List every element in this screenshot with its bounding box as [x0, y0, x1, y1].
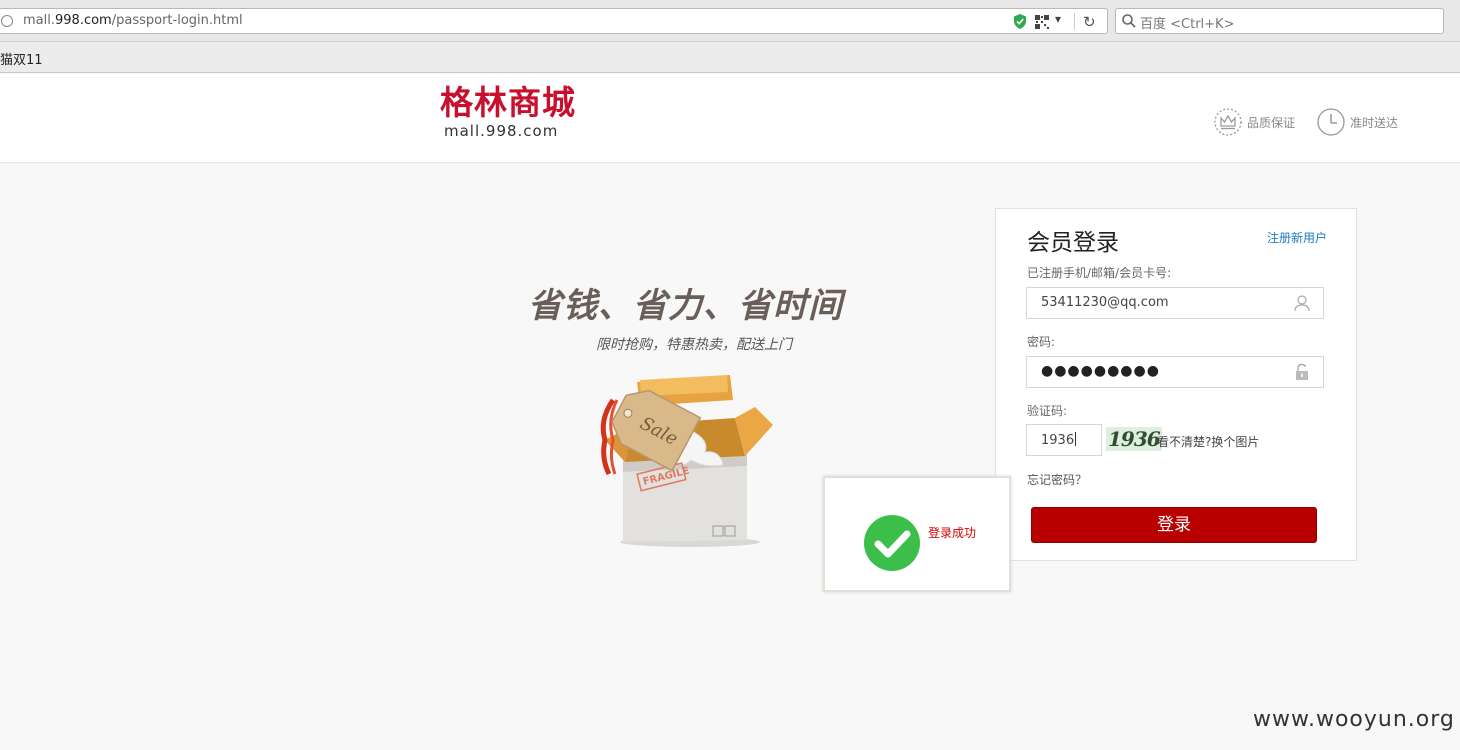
captcha-input[interactable]: 1936	[1026, 424, 1102, 456]
captcha-label: 验证码:	[1027, 404, 1068, 418]
shield-icon[interactable]	[1013, 14, 1027, 29]
login-panel: 会员登录 注册新用户 已注册手机/邮箱/会员卡号: 53411230@qq.co…	[995, 208, 1357, 561]
password-value: ●●●●●●●●●	[1041, 363, 1160, 379]
reload-icon[interactable]: ↻	[1083, 13, 1096, 31]
logo[interactable]: 格林商城	[440, 84, 576, 122]
clock-icon	[1317, 108, 1345, 136]
account-label: 已注册手机/邮箱/会员卡号:	[1027, 266, 1172, 280]
browser-toolbar: mall.998.com/passport-login.html ▾ ↻ 百度 …	[0, 0, 1460, 42]
logo-domain: mall.998.com	[444, 122, 559, 140]
dropdown-arrow-icon[interactable]: ▾	[1055, 12, 1061, 26]
captcha-value: 1936	[1041, 433, 1075, 448]
qr-code-icon[interactable]	[1035, 15, 1049, 29]
login-title: 会员登录	[1027, 230, 1119, 256]
password-input[interactable]: ●●●●●●●●●	[1026, 356, 1324, 388]
login-button[interactable]: 登录	[1031, 507, 1317, 543]
search-placeholder: 百度 <Ctrl+K>	[1140, 17, 1235, 32]
bookmark-item[interactable]: 猫双11	[0, 49, 43, 68]
search-bar[interactable]: 百度 <Ctrl+K>	[1115, 8, 1444, 34]
user-icon	[1294, 295, 1310, 312]
globe-icon	[1, 15, 13, 27]
check-circle-icon	[864, 515, 920, 571]
forgot-password-link[interactable]: 忘记密码？	[1027, 471, 1087, 488]
feature-label: 准时送达	[1350, 116, 1399, 130]
lock-icon	[1296, 363, 1308, 380]
watermark: www.wooyun.org	[1253, 707, 1455, 732]
hero-slogan: 省钱、省力、省时间	[528, 286, 843, 326]
password-label: 密码:	[1027, 335, 1056, 349]
hero-subslogan: 限时抢购，特惠热卖，配送上门	[596, 337, 792, 353]
crown-icon	[1214, 108, 1242, 136]
bookmarks-bar: 猫双11	[0, 42, 1460, 73]
captcha-image[interactable]: 1936	[1106, 427, 1162, 451]
search-icon	[1122, 14, 1136, 28]
account-value: 53411230@qq.com	[1041, 295, 1169, 310]
address-bar[interactable]: mall.998.com/passport-login.html ▾ ↻	[0, 8, 1108, 34]
register-link[interactable]: 注册新用户	[1267, 229, 1327, 246]
gift-box-illustration: FRAGILE Sale	[600, 375, 773, 547]
login-success-toast: 登录成功	[823, 476, 1011, 592]
captcha-refresh-link[interactable]: 看不清楚?换个图片	[1157, 433, 1259, 450]
feature-label: 品质保证	[1247, 116, 1296, 130]
text-caret	[1075, 432, 1077, 446]
divider	[1074, 13, 1075, 30]
toast-message: 登录成功	[928, 526, 977, 540]
site-header: 格林商城 mall.998.com 品质保证 准时送达	[0, 74, 1460, 163]
account-input[interactable]: 53411230@qq.com	[1026, 287, 1324, 319]
address-text[interactable]: mall.998.com/passport-login.html	[23, 13, 243, 28]
